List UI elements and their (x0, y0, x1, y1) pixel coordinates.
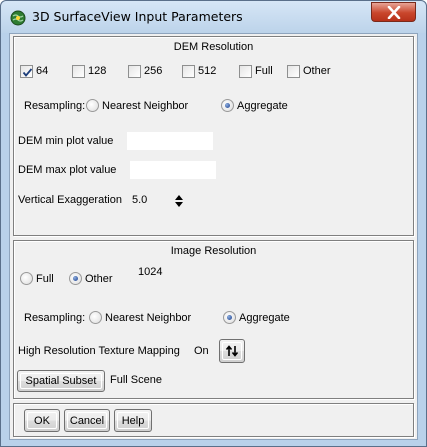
image-full-label: Full (36, 273, 54, 285)
image-resampling-label: Resampling: (24, 312, 86, 324)
dem-max-label: DEM max plot value (18, 164, 117, 176)
checkbox-512-label: 512 (198, 65, 217, 77)
checkbox-other-label: Other (303, 65, 331, 77)
dem-radio-nearest-neighbor[interactable] (86, 99, 99, 112)
checkbox-full-label: Full (255, 65, 273, 77)
button-bar: OK Cancel Help (13, 403, 414, 437)
checkbox-512[interactable] (182, 65, 195, 78)
help-button-label: Help (121, 414, 145, 427)
checkbox-64-label: 64 (36, 65, 49, 77)
image-aggregate-label: Aggregate (239, 312, 290, 324)
image-radio-nearest-neighbor[interactable] (89, 311, 102, 324)
checkbox-full[interactable] (239, 65, 252, 78)
window-title: 3D SurfaceView Input Parameters (32, 9, 243, 24)
checkbox-256-label: 256 (144, 65, 163, 77)
spatial-subset-button-label: Spatial Subset (25, 375, 97, 387)
dem-aggregate-label: Aggregate (237, 100, 288, 112)
checkbox-256[interactable] (128, 65, 141, 78)
spatial-subset-button[interactable]: Spatial Subset (17, 370, 105, 392)
image-resolution-heading: Image Resolution (170, 245, 257, 257)
spinner-icon[interactable] (174, 194, 184, 208)
ok-button-label: OK (34, 414, 50, 427)
texture-toggle-button[interactable] (219, 339, 245, 363)
checkbox-other[interactable] (287, 65, 300, 78)
dem-resampling-label: Resampling: (24, 100, 86, 112)
checkbox-128-label: 128 (88, 65, 107, 77)
image-other-label: Other (85, 273, 113, 285)
dem-nearest-neighbor-label: Nearest Neighbor (102, 100, 189, 112)
dem-resolution-heading: DEM Resolution (173, 41, 254, 53)
dem-radio-aggregate[interactable] (221, 99, 234, 112)
dialog-window: 3D SurfaceView Input Parameters DEM Reso… (0, 0, 427, 447)
cancel-button-label: Cancel (69, 414, 105, 427)
image-resolution-panel: Image Resolution Full Other 1024 Resampl… (13, 240, 414, 399)
image-nearest-neighbor-label: Nearest Neighbor (105, 312, 192, 324)
image-other-value-input[interactable]: 1024 (138, 266, 162, 278)
texture-mapping-value: On (194, 345, 209, 357)
texture-mapping-label: High Resolution Texture Mapping (18, 345, 180, 357)
checkmark-icon (22, 68, 33, 77)
title-bar[interactable]: 3D SurfaceView Input Parameters (1, 1, 426, 33)
spatial-subset-value: Full Scene (110, 374, 162, 386)
app-globe-icon (10, 10, 26, 26)
dem-max-input[interactable] (130, 161, 216, 179)
dialog-body: DEM Resolution 64 128 256 512 Full Other… (9, 33, 418, 440)
dem-min-input[interactable] (127, 132, 213, 150)
dem-resolution-panel: DEM Resolution 64 128 256 512 Full Other… (13, 36, 414, 236)
image-radio-full[interactable] (20, 272, 33, 285)
vertical-exaggeration-value[interactable]: 5.0 (132, 194, 147, 206)
help-button[interactable]: Help (114, 409, 152, 432)
toggle-arrows-icon (225, 345, 239, 357)
image-radio-aggregate[interactable] (223, 311, 236, 324)
image-radio-other[interactable] (69, 272, 82, 285)
close-icon (387, 6, 401, 19)
dem-min-label: DEM min plot value (18, 135, 114, 147)
close-button[interactable] (371, 2, 416, 22)
cancel-button[interactable]: Cancel (64, 409, 110, 432)
checkbox-64[interactable] (20, 65, 33, 78)
ok-button[interactable]: OK (24, 409, 60, 432)
vertical-exaggeration-label: Vertical Exaggeration (18, 194, 122, 206)
checkbox-128[interactable] (72, 65, 85, 78)
